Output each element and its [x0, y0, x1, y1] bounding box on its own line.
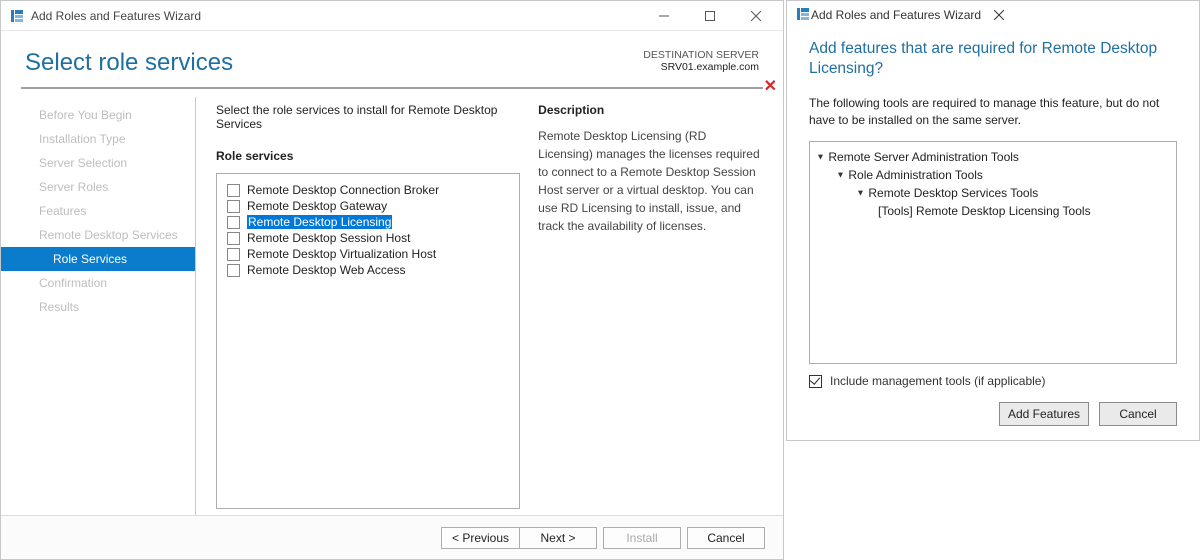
include-mgmt-row[interactable]: Include management tools (if applicable): [809, 374, 1177, 388]
minimize-button[interactable]: [641, 2, 687, 30]
dialog-heading: Add features that are required for Remot…: [809, 39, 1177, 79]
window-title: Add Roles and Features Wizard: [31, 9, 641, 23]
install-button: Install: [603, 527, 681, 549]
error-icon: ✕: [764, 79, 777, 95]
page-title: Select role services: [25, 49, 643, 77]
cancel-button[interactable]: Cancel: [687, 527, 765, 549]
description-text: Remote Desktop Licensing (RD Licensing) …: [538, 127, 763, 235]
nav-step[interactable]: Server Roles: [1, 175, 195, 199]
nav-step[interactable]: Installation Type: [1, 127, 195, 151]
role-service-item[interactable]: Remote Desktop Web Access: [227, 262, 509, 278]
button-bar: < Previous Next > Install Cancel: [1, 515, 783, 559]
checkbox[interactable]: [227, 264, 240, 277]
role-services-label: Role services: [216, 149, 520, 163]
role-service-label: Remote Desktop Web Access: [247, 263, 406, 277]
dialog-close-button[interactable]: [981, 3, 1017, 27]
dialog-body: Add features that are required for Remot…: [787, 29, 1199, 440]
expander-icon[interactable]: [818, 150, 825, 164]
nav-button-group: < Previous Next >: [441, 527, 597, 549]
destination-server: SRV01.example.com: [643, 61, 759, 73]
nav-step[interactable]: Remote Desktop Services: [1, 223, 195, 247]
nav-step[interactable]: Features: [1, 199, 195, 223]
description-column: Description Remote Desktop Licensing (RD…: [534, 103, 763, 509]
destination-label: DESTINATION SERVER: [643, 49, 759, 61]
checkbox[interactable]: [227, 184, 240, 197]
wizard-window: Add Roles and Features Wizard Select rol…: [0, 0, 784, 560]
role-service-item[interactable]: Remote Desktop Licensing: [227, 214, 509, 230]
close-button[interactable]: [733, 2, 779, 30]
window-controls: [641, 2, 779, 30]
dialog-titlebar: Add Roles and Features Wizard: [787, 1, 1199, 29]
tree-node-label: [Tools] Remote Desktop Licensing Tools: [878, 204, 1091, 218]
instruction-text: Select the role services to install for …: [216, 103, 520, 131]
checkbox[interactable]: [227, 232, 240, 245]
role-service-label: Remote Desktop Virtualization Host: [247, 247, 436, 261]
destination-block: DESTINATION SERVER SRV01.example.com: [643, 49, 759, 73]
nav-pane: Before You BeginInstallation TypeServer …: [1, 97, 196, 515]
role-services-list[interactable]: Remote Desktop Connection Broker Remote D…: [216, 173, 520, 509]
checkbox[interactable]: [227, 248, 240, 261]
nav-step[interactable]: Results: [1, 295, 195, 319]
role-service-item[interactable]: Remote Desktop Gateway: [227, 198, 509, 214]
checkbox[interactable]: [227, 200, 240, 213]
tree-node-label: Remote Server Administration Tools: [828, 150, 1019, 164]
previous-button[interactable]: < Previous: [441, 527, 519, 549]
tree-node[interactable]: Remote Desktop Services Tools: [818, 184, 1168, 202]
dialog-title: Add Roles and Features Wizard: [811, 8, 981, 22]
nav-step[interactable]: Before You Begin: [1, 103, 195, 127]
header: Select role services DESTINATION SERVER …: [1, 31, 783, 83]
dialog-cancel-button[interactable]: Cancel: [1099, 402, 1177, 426]
role-service-item[interactable]: Remote Desktop Connection Broker: [227, 182, 509, 198]
tree-node[interactable]: Role Administration Tools: [818, 166, 1168, 184]
progress-bar: ✕: [1, 83, 783, 97]
nav-step[interactable]: Confirmation: [1, 271, 195, 295]
body: Before You BeginInstallation TypeServer …: [1, 97, 783, 515]
description-label: Description: [538, 103, 763, 117]
nav-step[interactable]: Server Selection: [1, 151, 195, 175]
role-service-item[interactable]: Remote Desktop Session Host: [227, 230, 509, 246]
role-service-label: Remote Desktop Licensing: [247, 215, 392, 229]
include-mgmt-label: Include management tools (if applicable): [830, 374, 1045, 388]
role-service-label: Remote Desktop Session Host: [247, 231, 410, 245]
titlebar: Add Roles and Features Wizard: [1, 1, 783, 31]
include-mgmt-checkbox[interactable]: [809, 375, 822, 388]
role-service-label: Remote Desktop Connection Broker: [247, 183, 439, 197]
services-column: Select the role services to install for …: [216, 103, 534, 509]
add-features-button[interactable]: Add Features: [999, 402, 1089, 426]
tree-node-label: Remote Desktop Services Tools: [868, 186, 1038, 200]
next-button[interactable]: Next >: [519, 527, 597, 549]
expander-icon[interactable]: [838, 168, 845, 182]
features-tree[interactable]: Remote Server Administration Tools Role …: [809, 141, 1177, 364]
tree-node[interactable]: Remote Server Administration Tools: [818, 148, 1168, 166]
add-features-dialog: Add Roles and Features Wizard Add featur…: [786, 0, 1200, 441]
dialog-info-text: The following tools are required to mana…: [809, 95, 1177, 129]
role-service-item[interactable]: Remote Desktop Virtualization Host: [227, 246, 509, 262]
server-manager-icon: [9, 8, 25, 24]
checkbox[interactable]: [227, 216, 240, 229]
dialog-button-row: Add Features Cancel: [809, 402, 1177, 426]
expander-icon[interactable]: [858, 186, 865, 200]
role-service-label: Remote Desktop Gateway: [247, 199, 387, 213]
server-manager-icon: [795, 6, 811, 25]
tree-node-label: Role Administration Tools: [848, 168, 983, 182]
tree-node[interactable]: [Tools] Remote Desktop Licensing Tools: [818, 202, 1168, 220]
content-pane: Select the role services to install for …: [196, 97, 783, 515]
maximize-button[interactable]: [687, 2, 733, 30]
nav-step[interactable]: Role Services: [1, 247, 195, 271]
